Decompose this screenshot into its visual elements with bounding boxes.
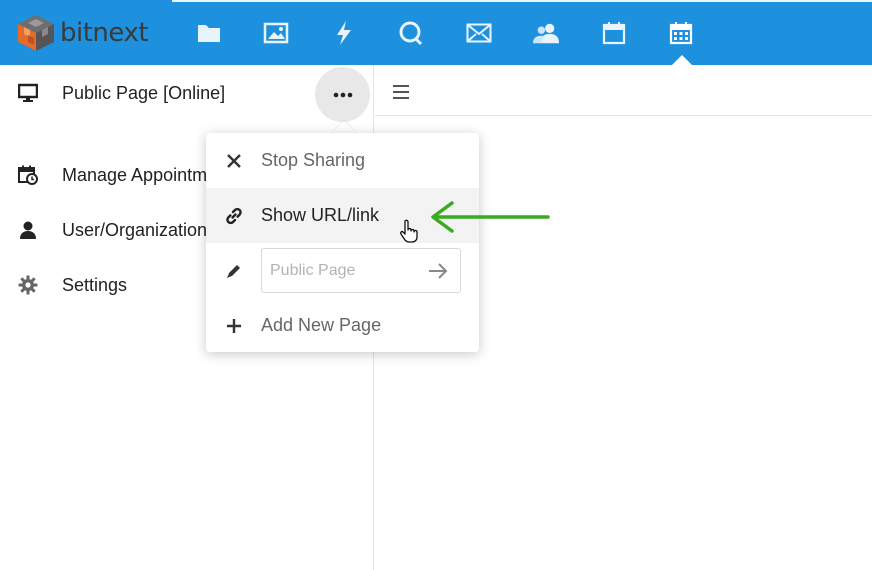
stop-sharing-label: Stop Sharing <box>261 150 366 170</box>
content-toolbar <box>375 65 872 116</box>
hamburger-icon[interactable] <box>393 85 409 99</box>
monitor-icon <box>17 83 39 103</box>
top-navigation-bar: bitnext <box>0 0 872 65</box>
sidebar-item-label: Settings <box>62 274 128 295</box>
active-nav-indicator <box>672 55 692 65</box>
show-url-label: Show URL/link <box>261 205 380 225</box>
sidebar-item-label: Public Page [Online] <box>62 82 226 103</box>
link-icon <box>224 206 244 226</box>
user-icon <box>18 220 38 240</box>
close-icon <box>224 151 244 171</box>
calendar-clock-icon <box>18 165 38 185</box>
logo-text: bitnext <box>60 17 149 48</box>
calendar-grid-icon[interactable] <box>668 20 694 46</box>
page-options-menu: Stop Sharing Show URL/link Add New Page <box>206 133 479 352</box>
folder-icon[interactable] <box>196 20 222 46</box>
top-accent-line <box>172 0 872 2</box>
plus-icon <box>224 316 244 336</box>
cube-logo-icon <box>18 14 54 51</box>
image-icon[interactable] <box>263 20 289 46</box>
pencil-icon <box>224 261 244 281</box>
users-icon[interactable] <box>533 20 559 46</box>
app-logo[interactable]: bitnext <box>0 0 172 65</box>
chat-icon[interactable] <box>398 20 424 46</box>
ellipsis-icon <box>333 92 352 97</box>
sidebar-item-label: User/Organization <box>62 219 208 240</box>
gear-icon <box>18 275 38 295</box>
more-options-button[interactable] <box>315 67 370 122</box>
mail-icon[interactable] <box>466 20 492 46</box>
annotation-arrow-icon <box>431 201 550 233</box>
add-new-page-label: Add New Page <box>261 315 382 335</box>
sidebar-item-label: Manage Appointm <box>62 164 208 185</box>
add-new-page-item[interactable]: Add New Page <box>206 298 479 353</box>
arrow-right-icon[interactable] <box>426 259 450 283</box>
hand-pointer-icon <box>400 219 418 243</box>
lightning-icon[interactable] <box>331 20 357 46</box>
calendar-icon[interactable] <box>601 20 627 46</box>
menu-caret <box>332 121 356 133</box>
stop-sharing-item[interactable]: Stop Sharing <box>206 133 479 188</box>
